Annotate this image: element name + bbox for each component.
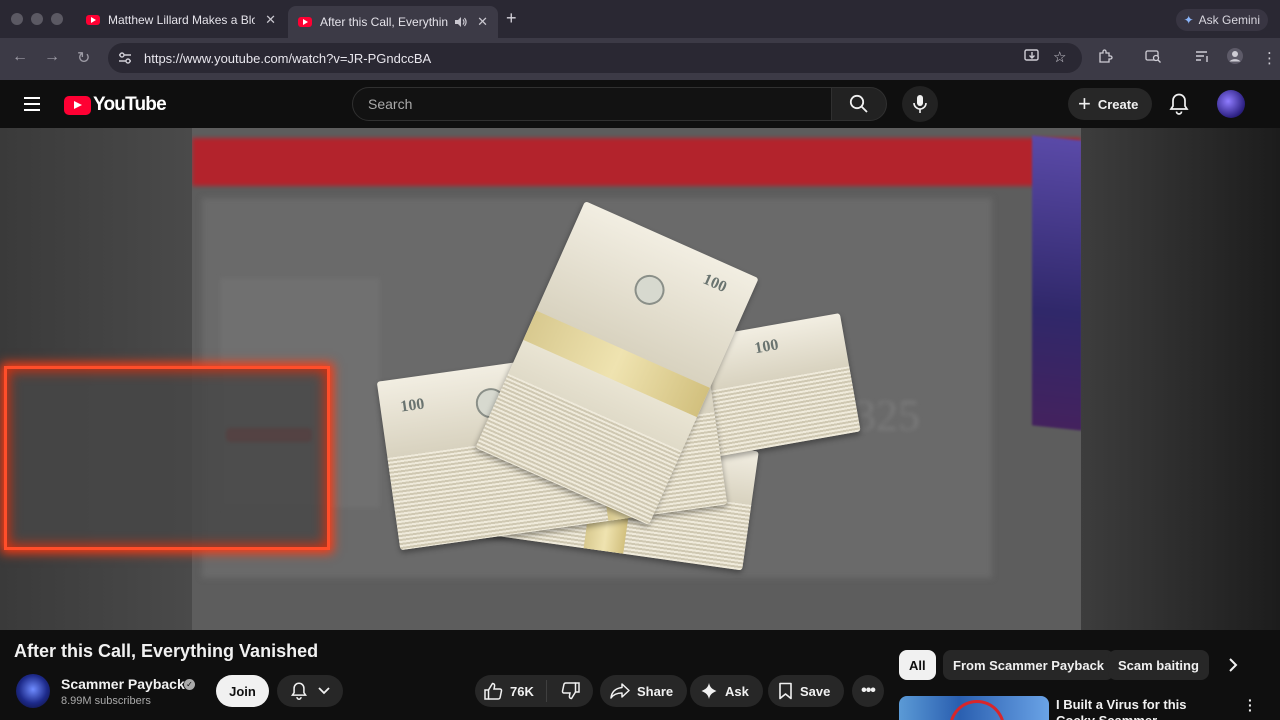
player-backdrop-right (1081, 128, 1280, 630)
tab-close-icon[interactable]: ✕ (265, 12, 276, 28)
bell-icon (291, 682, 307, 700)
create-label: Create (1097, 96, 1139, 112)
reload-icon[interactable]: ↻ (77, 48, 90, 68)
youtube-favicon-icon (86, 15, 100, 25)
search-placeholder: Search (368, 96, 413, 112)
chip-all[interactable]: All (899, 650, 936, 680)
save-button[interactable]: Save (768, 675, 845, 707)
youtube-play-icon (64, 95, 91, 115)
reading-list-icon[interactable] (1195, 49, 1210, 63)
more-actions-button[interactable]: ••• (852, 675, 884, 707)
share-button[interactable]: Share (600, 675, 688, 707)
minimize-window-button[interactable] (31, 13, 43, 25)
thumbs-up-icon (484, 682, 503, 700)
more-vertical-icon[interactable]: · · · (1248, 693, 1253, 717)
search-button[interactable] (831, 87, 887, 121)
extensions-icon[interactable] (1098, 49, 1113, 64)
chip-scam-baiting[interactable]: Scam baiting (1108, 650, 1209, 680)
share-label: Share (637, 683, 674, 699)
like-button[interactable]: 76K (475, 680, 547, 702)
forward-arrow-icon[interactable]: → (44, 48, 60, 66)
tab-search-icon[interactable] (1145, 49, 1162, 64)
save-label: Save (800, 683, 831, 699)
address-bar[interactable]: https://www.youtube.com/watch?v=JR-PGndc… (108, 43, 1082, 73)
create-button[interactable]: + Create (1068, 88, 1153, 120)
site-settings-icon[interactable] (118, 52, 132, 64)
close-window-button[interactable] (11, 13, 23, 25)
search-icon (849, 94, 868, 113)
browser-menu-icon[interactable]: ⋮ (1262, 49, 1277, 67)
voice-search-button[interactable] (902, 86, 938, 122)
youtube-wordmark: YouTube (93, 94, 167, 115)
menu-hamburger-icon[interactable] (24, 97, 40, 111)
thumbs-down-icon (561, 682, 580, 700)
recommended-video-title[interactable]: I Built a Virus for this Cocky Scammer (1056, 697, 1226, 720)
tab-title: After this Call, Everything (320, 15, 449, 29)
recommended-video-thumbnail[interactable] (899, 696, 1049, 720)
youtube-favicon-icon (298, 17, 312, 27)
ask-button[interactable]: Ask (690, 675, 763, 707)
youtube-logo[interactable]: YouTube (64, 94, 167, 116)
chevron-right-icon[interactable] (1228, 657, 1238, 673)
join-button[interactable]: Join (216, 675, 269, 707)
url-text: https://www.youtube.com/watch?v=JR-PGndc… (144, 50, 432, 66)
zoom-window-button[interactable] (51, 13, 63, 25)
red-arrow-graphic (949, 700, 1005, 720)
more-horizontal-icon: ••• (861, 682, 876, 699)
profile-icon[interactable] (1226, 47, 1244, 65)
video-title: After this Call, Everything Vanished (14, 641, 319, 661)
tab-close-icon[interactable]: ✕ (477, 14, 488, 30)
verified-check-icon: ✓ (184, 679, 195, 690)
blurred-side-image (1032, 135, 1081, 431)
like-count: 76K (510, 683, 534, 699)
sparkle-icon (701, 683, 717, 699)
search-input[interactable]: Search (352, 87, 832, 121)
youtube-masthead: YouTube Search + Create (0, 80, 1280, 128)
tab-title: Matthew Lillard Makes a Bloo (108, 13, 256, 27)
facecam-fire-frame (4, 366, 330, 550)
video-player[interactable]: $325 100 100 100 100 (0, 128, 1280, 630)
channel-avatar[interactable] (16, 674, 50, 708)
subscribed-notifications-button[interactable] (277, 675, 343, 707)
audio-playing-icon[interactable] (454, 16, 467, 28)
account-avatar[interactable] (1217, 90, 1245, 118)
bookmark-icon (779, 682, 792, 700)
ask-gemini-button[interactable]: ✦ Ask Gemini (1175, 9, 1268, 31)
share-arrow-icon (610, 683, 630, 699)
blurred-site-header (192, 138, 1081, 186)
chevron-down-icon (318, 687, 330, 695)
dislike-button[interactable] (547, 682, 593, 700)
browser-tabstrip: Matthew Lillard Makes a Bloo ✕ After thi… (0, 0, 1280, 38)
plus-icon: + (1078, 91, 1091, 116)
ask-gemini-label: Ask Gemini (1198, 13, 1260, 27)
like-dislike-group: 76K (475, 675, 593, 707)
install-app-icon[interactable] (1024, 49, 1040, 64)
ask-label: Ask (725, 683, 749, 699)
notifications-bell-icon[interactable] (1168, 92, 1190, 116)
chip-from-scammer-payback[interactable]: From Scammer Payback (943, 650, 1115, 680)
browser-tab-2[interactable]: After this Call, Everything ✕ (288, 6, 498, 38)
subscriber-count: 8.99M subscribers (61, 695, 151, 707)
back-arrow-icon[interactable]: ← (12, 48, 28, 66)
microphone-icon (913, 95, 927, 113)
gemini-sparkle-icon: ✦ (1183, 13, 1194, 27)
new-tab-button[interactable]: + (506, 8, 517, 29)
browser-tab-1[interactable]: Matthew Lillard Makes a Bloo ✕ (76, 6, 286, 34)
bookmark-star-icon[interactable]: ☆ (1053, 48, 1066, 66)
channel-name[interactable]: Scammer Payback (61, 676, 185, 692)
browser-toolbar: ← → ↻ https://www.youtube.com/watch?v=JR… (0, 38, 1280, 80)
